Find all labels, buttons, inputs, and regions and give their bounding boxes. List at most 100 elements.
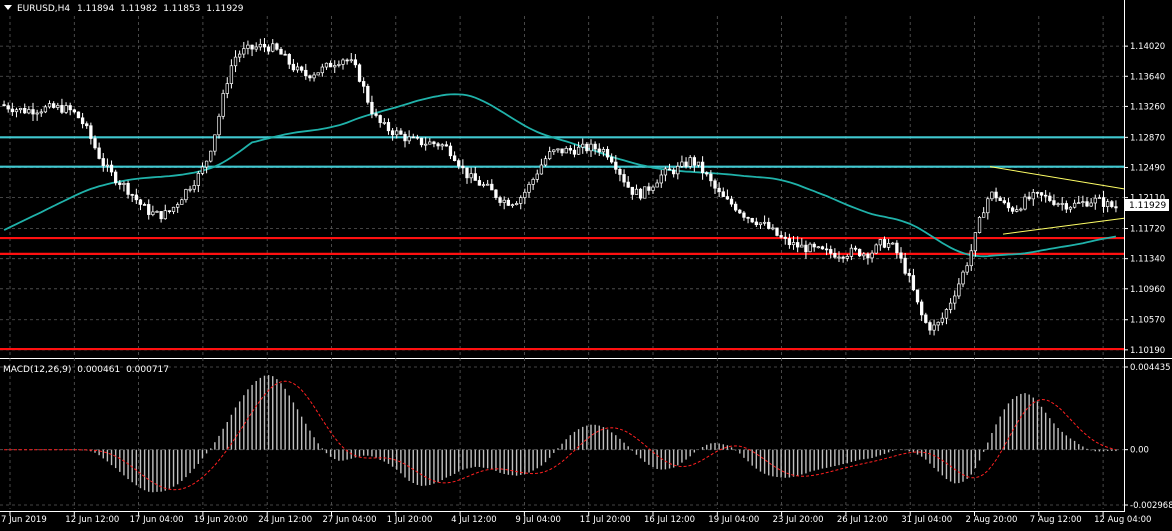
bear-candle bbox=[473, 173, 477, 181]
bull-candle bbox=[696, 161, 701, 166]
bear-candle bbox=[72, 109, 76, 113]
time-tick-label: 4 Jul 12:00 bbox=[451, 515, 497, 525]
bull-candle bbox=[845, 256, 849, 259]
bull-candle bbox=[180, 199, 184, 205]
time-tick-label: 1 Jul 20:00 bbox=[387, 515, 433, 525]
bull-candle bbox=[576, 146, 581, 155]
macd-signal-line bbox=[4, 380, 1117, 491]
bull-candle bbox=[878, 239, 882, 246]
bear-candle bbox=[1101, 197, 1106, 207]
bull-candle bbox=[548, 151, 552, 160]
bear-candle bbox=[560, 148, 564, 154]
time-tick-label: 24 Jun 12:00 bbox=[258, 515, 312, 525]
bull-candle bbox=[320, 66, 324, 74]
bull-candle bbox=[56, 105, 60, 108]
macd-panel bbox=[4, 375, 1117, 493]
bull-candle bbox=[349, 59, 353, 62]
bull-candle bbox=[953, 295, 957, 304]
triangle-lower-line[interactable] bbox=[1002, 217, 1125, 235]
bear-candle bbox=[23, 107, 27, 114]
bull-candle bbox=[18, 107, 23, 111]
triangle-upper-line[interactable] bbox=[989, 166, 1125, 190]
bear-candle bbox=[275, 43, 279, 50]
bear-candle bbox=[618, 168, 622, 175]
bear-candle bbox=[903, 257, 907, 274]
bear-candle bbox=[386, 122, 391, 132]
bear-candle bbox=[866, 253, 870, 259]
price-tick-label: 1.14020 bbox=[1130, 42, 1165, 52]
bear-candle bbox=[622, 174, 626, 183]
bear-candle bbox=[1035, 192, 1040, 194]
bear-candle bbox=[911, 275, 916, 291]
dropdown-icon[interactable] bbox=[4, 5, 12, 10]
bull-candle bbox=[39, 111, 43, 114]
time-tick-label: 23 Jul 20:00 bbox=[773, 515, 824, 525]
horizontal-levels[interactable] bbox=[0, 136, 1124, 351]
bull-candle bbox=[816, 246, 820, 249]
bull-candle bbox=[1072, 202, 1077, 208]
bear-candle bbox=[829, 249, 833, 254]
bear-candle bbox=[457, 160, 461, 167]
bear-candle bbox=[1039, 192, 1044, 196]
price-tick-label: 1.11720 bbox=[1130, 225, 1165, 235]
bear-candle bbox=[498, 197, 502, 203]
bull-candle bbox=[634, 188, 639, 195]
bear-candle bbox=[812, 243, 816, 248]
bull-candle bbox=[188, 188, 192, 191]
bear-candle bbox=[721, 191, 725, 197]
bull-candle bbox=[155, 211, 159, 213]
bear-candle bbox=[411, 136, 415, 139]
bull-candle bbox=[837, 256, 841, 259]
bear-candle bbox=[448, 145, 453, 157]
bear-candle bbox=[250, 44, 254, 50]
time-tick-label: 27 Jun 04:00 bbox=[323, 515, 377, 525]
bear-candle bbox=[266, 46, 271, 52]
price-tick-label: 1.13260 bbox=[1130, 102, 1165, 112]
bull-candle bbox=[14, 109, 19, 113]
bear-candle bbox=[436, 143, 440, 147]
bear-candle bbox=[717, 187, 721, 193]
bear-candle bbox=[672, 169, 676, 175]
bear-candle bbox=[362, 81, 366, 87]
macd-tick-label: 0.00 bbox=[1130, 446, 1149, 456]
bear-candle bbox=[494, 189, 498, 198]
bear-candle bbox=[60, 105, 64, 113]
bull-candle bbox=[295, 66, 300, 71]
bear-candle bbox=[1110, 201, 1114, 207]
bear-candle bbox=[52, 103, 56, 108]
bear-candle bbox=[824, 248, 829, 251]
bear-candle bbox=[638, 188, 643, 199]
bear-candle bbox=[1052, 200, 1056, 205]
bear-candle bbox=[820, 246, 825, 250]
bull-candle bbox=[184, 189, 188, 201]
bear-candle bbox=[746, 216, 750, 219]
bull-candle bbox=[874, 244, 878, 254]
bull-candle bbox=[982, 212, 986, 218]
bull-candle bbox=[1097, 197, 1102, 199]
bull-candle bbox=[589, 143, 593, 152]
bull-candle bbox=[171, 206, 176, 212]
bear-candle bbox=[1085, 201, 1089, 207]
bull-candle bbox=[122, 182, 126, 185]
bull-candle bbox=[552, 149, 556, 153]
bear-candle bbox=[684, 161, 688, 167]
time-axis: 7 Jun 2019 12 Jun 12:00 17 Jun 04:00 19 Jun… bbox=[1, 511, 1151, 525]
bull-candle bbox=[47, 103, 52, 108]
bear-candle bbox=[444, 144, 448, 147]
bull-candle bbox=[1081, 201, 1085, 203]
bull-candle bbox=[849, 247, 854, 257]
bear-candle bbox=[692, 157, 696, 166]
bear-candle bbox=[118, 182, 122, 185]
bull-candle bbox=[1077, 202, 1081, 204]
bull-candle bbox=[35, 112, 39, 115]
chart-title: EURUSD,H4 1.11894 1.11982 1.11853 1.1192… bbox=[17, 4, 244, 14]
bull-candle bbox=[510, 204, 515, 207]
price-tick-label: 1.13640 bbox=[1130, 72, 1165, 82]
bull-candle bbox=[659, 174, 663, 184]
bear-candle bbox=[605, 149, 610, 158]
bull-candle bbox=[564, 148, 568, 154]
chart-canvas[interactable]: 1.140201.136401.132601.128701.124901.121… bbox=[0, 0, 1172, 527]
bull-candle bbox=[791, 242, 796, 246]
time-tick-label: 9 Jul 04:00 bbox=[515, 515, 561, 525]
bull-candle bbox=[324, 62, 329, 68]
